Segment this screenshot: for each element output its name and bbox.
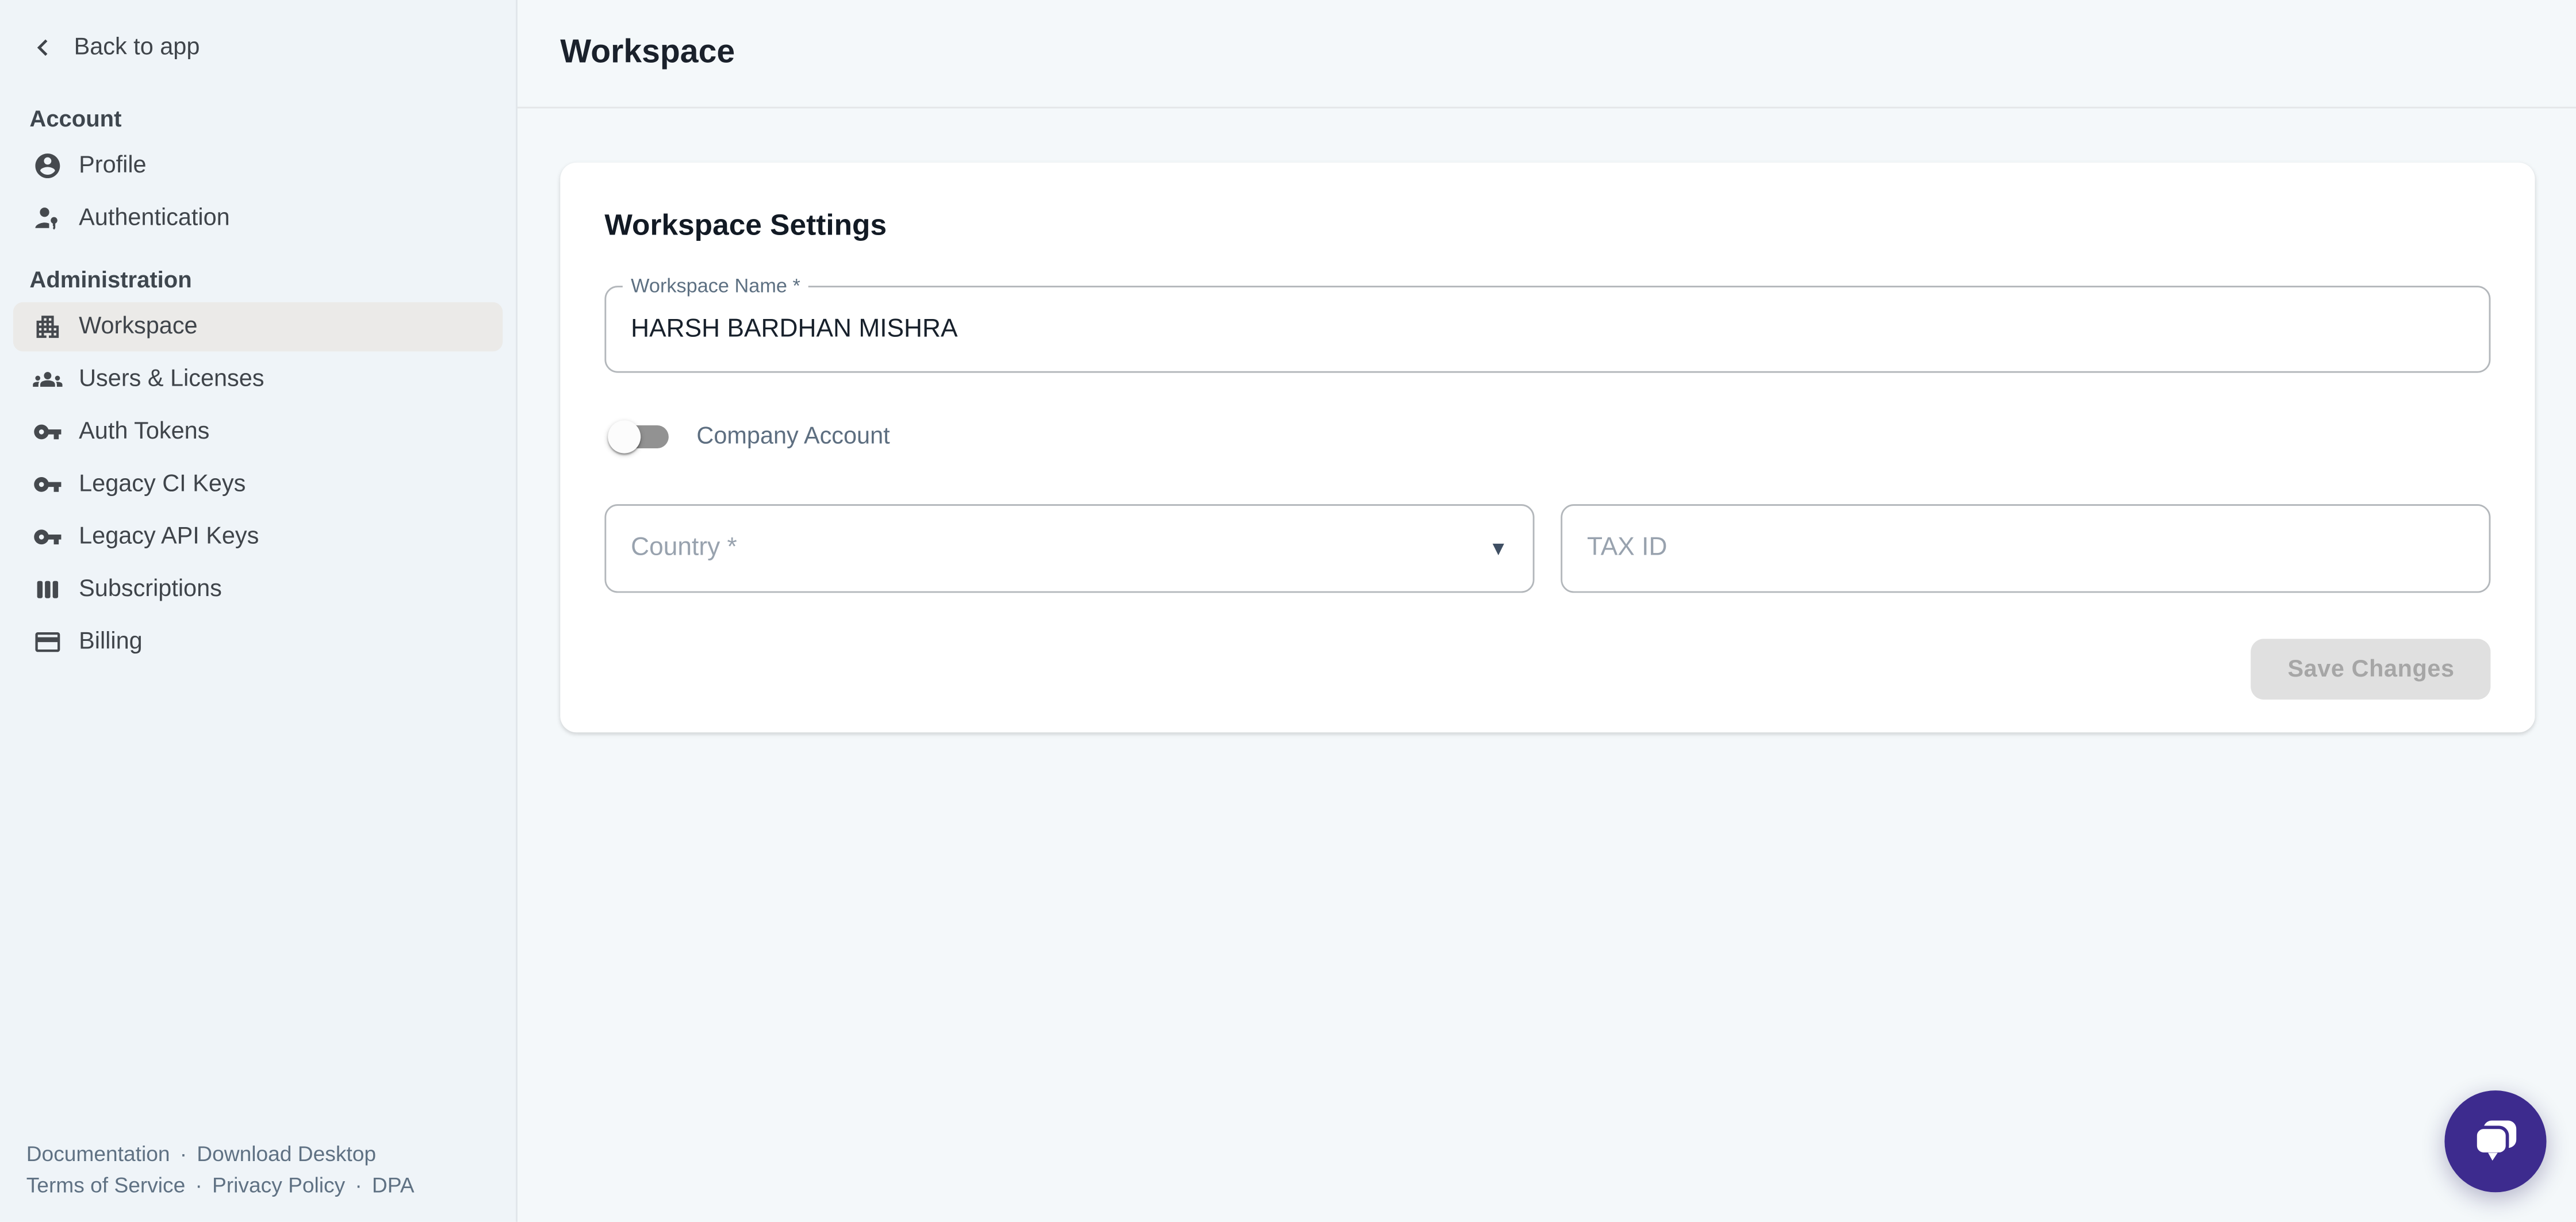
- key-icon: [33, 522, 62, 552]
- section-label-administration: Administration: [29, 266, 516, 293]
- sidebar-item-subscriptions[interactable]: Subscriptions: [13, 565, 503, 614]
- sidebar-item-label: Subscriptions: [79, 577, 222, 603]
- sidebar-item-label: Authentication: [79, 205, 230, 232]
- privacy-policy-link[interactable]: Privacy Policy: [212, 1173, 345, 1197]
- footer-row-1: Documentation · Download Desktop: [26, 1138, 415, 1169]
- workspace-settings-card: Workspace Settings Workspace Name * Comp…: [560, 163, 2535, 732]
- workspace-name-label: Workspace Name *: [623, 274, 808, 297]
- country-placeholder: Country *: [631, 534, 737, 563]
- card-actions: Save Changes: [604, 639, 2490, 700]
- person-key-icon: [33, 203, 62, 233]
- section-label-account: Account: [29, 105, 516, 132]
- app-window: Back to app Account Profile Authenticati…: [0, 0, 2576, 1222]
- main-content: Workspace Workspace Settings Workspace N…: [518, 0, 2576, 1222]
- sidebar-item-legacy-ci-keys[interactable]: Legacy CI Keys: [13, 460, 503, 509]
- workspace-name-field: Workspace Name *: [604, 286, 2490, 372]
- sidebar-item-label: Legacy CI Keys: [79, 471, 246, 498]
- company-account-row: Company Account: [608, 406, 2490, 468]
- footer-separator: ·: [180, 1142, 187, 1166]
- sidebar-item-label: Legacy API Keys: [79, 524, 259, 550]
- company-account-toggle[interactable]: [608, 406, 683, 468]
- footer-separator: ·: [195, 1173, 202, 1197]
- sidebar-item-users-licenses[interactable]: Users & Licenses: [13, 355, 503, 404]
- chevron-left-icon: [26, 31, 59, 64]
- people-group-icon: [33, 364, 62, 394]
- sidebar-footer: Documentation · Download Desktop Terms of …: [26, 1138, 415, 1201]
- tax-id-field: [1561, 504, 2490, 593]
- dropdown-arrow-icon: ▼: [1489, 539, 1508, 558]
- back-to-app-label: Back to app: [74, 34, 200, 61]
- sidebar-item-billing[interactable]: Billing: [13, 617, 503, 667]
- account-circle-icon: [33, 151, 62, 180]
- sidebar-item-label: Auth Tokens: [79, 419, 209, 445]
- key-icon: [33, 417, 62, 447]
- workspace-name-input[interactable]: [631, 314, 2464, 344]
- credit-card-icon: [33, 627, 62, 656]
- download-desktop-link[interactable]: Download Desktop: [197, 1142, 376, 1166]
- card-title: Workspace Settings: [604, 209, 2490, 243]
- footer-separator: ·: [355, 1173, 362, 1197]
- save-changes-button[interactable]: Save Changes: [2252, 639, 2491, 700]
- settings-sidebar: Back to app Account Profile Authenticati…: [0, 0, 518, 1222]
- chat-launcher-button[interactable]: [2444, 1090, 2546, 1192]
- sidebar-item-legacy-api-keys[interactable]: Legacy API Keys: [13, 512, 503, 562]
- sidebar-item-profile[interactable]: Profile: [13, 141, 503, 191]
- page-header: Workspace: [518, 0, 2576, 109]
- sidebar-item-label: Billing: [79, 629, 143, 655]
- footer-row-2: Terms of Service · Privacy Policy · DPA: [26, 1169, 415, 1200]
- toggle-thumb: [608, 420, 641, 453]
- back-to-app-button[interactable]: Back to app: [26, 26, 490, 69]
- building-icon: [33, 312, 62, 341]
- tax-id-input[interactable]: [1587, 534, 2464, 563]
- columns-icon: [33, 575, 62, 604]
- sidebar-item-authentication[interactable]: Authentication: [13, 194, 503, 243]
- sidebar-item-label: Users & Licenses: [79, 366, 264, 393]
- country-select[interactable]: Country * ▼: [604, 504, 1534, 593]
- key-icon: [33, 470, 62, 499]
- country-tax-row: Country * ▼: [604, 504, 2490, 593]
- sidebar-item-workspace[interactable]: Workspace: [13, 302, 503, 352]
- terms-of-service-link[interactable]: Terms of Service: [26, 1173, 186, 1197]
- sidebar-item-auth-tokens[interactable]: Auth Tokens: [13, 408, 503, 457]
- sidebar-item-label: Profile: [79, 153, 146, 179]
- dpa-link[interactable]: DPA: [372, 1173, 415, 1197]
- chat-bubbles-icon: [2469, 1115, 2521, 1167]
- sidebar-item-label: Workspace: [79, 314, 197, 340]
- toggle-track: [613, 425, 669, 448]
- documentation-link[interactable]: Documentation: [26, 1142, 170, 1166]
- company-account-label: Company Account: [696, 424, 890, 450]
- page-title: Workspace: [560, 34, 735, 72]
